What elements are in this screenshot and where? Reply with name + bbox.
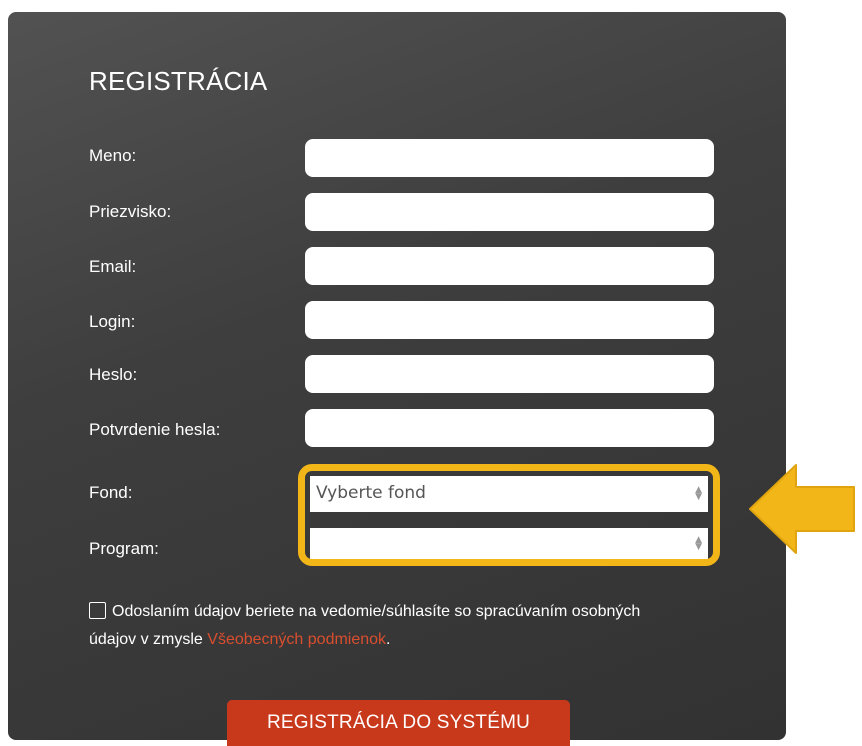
label-priezvisko: Priezvisko: bbox=[89, 202, 172, 221]
label-potvrdenie-hesla: Potvrdenie hesla: bbox=[89, 420, 221, 439]
consent-checkbox[interactable] bbox=[89, 602, 106, 619]
label-meno: Meno: bbox=[89, 146, 137, 165]
meno-input[interactable] bbox=[305, 139, 714, 177]
consent-text: Odoslaním údajov beriete na vedomie/súhl… bbox=[89, 602, 641, 648]
highlight-box bbox=[298, 464, 720, 566]
register-submit-button[interactable]: REGISTRÁCIA DO SYSTÉMU bbox=[227, 700, 570, 746]
heslo-input[interactable] bbox=[305, 355, 714, 393]
label-program: Program: bbox=[89, 539, 159, 558]
email-input[interactable] bbox=[305, 247, 714, 285]
label-heslo: Heslo: bbox=[89, 365, 138, 384]
login-input[interactable] bbox=[305, 301, 714, 339]
label-login: Login: bbox=[89, 312, 136, 331]
arrow-left-icon bbox=[749, 464, 855, 554]
potvrdenie-hesla-input[interactable] bbox=[305, 409, 714, 447]
label-email: Email: bbox=[89, 257, 137, 276]
label-fond: Fond: bbox=[89, 483, 133, 502]
priezvisko-input[interactable] bbox=[305, 193, 714, 231]
page-title: REGISTRÁCIA bbox=[89, 66, 268, 96]
terms-link[interactable]: Všeobecných podmienok bbox=[207, 631, 386, 648]
